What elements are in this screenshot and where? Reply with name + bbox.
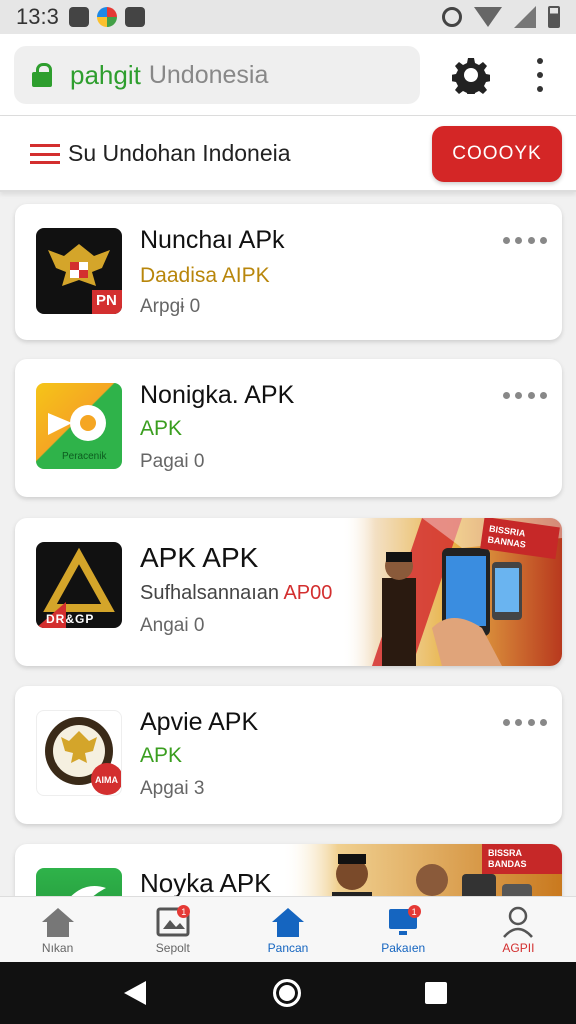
app-subtitle: APK [140, 744, 183, 767]
status-bar: 13:3 [0, 0, 576, 34]
app-card[interactable]: BISSRA BANDAS Noyka APK [15, 844, 562, 896]
banner-text: BISSRA BANDAS [488, 848, 527, 869]
nav-label: Sepolt [155, 941, 190, 955]
app-card[interactable]: AIMA Apvie APK APK Apgai 3 [15, 686, 562, 824]
nav-item-profile[interactable]: AGPII [461, 897, 576, 962]
bottom-navigation: Nıkan 1 Sepolt Pancan 1 Pakaıen AGPII [0, 896, 576, 962]
app-meta: Apgai 3 [140, 778, 205, 799]
status-indicators [442, 6, 560, 28]
sync-icon [124, 7, 145, 27]
app-card[interactable]: PN Nunchaı APk Daadisa AIPK Arpgɨ 0 [15, 204, 562, 340]
lock-icon [32, 63, 52, 87]
home-icon [272, 908, 304, 937]
app-logo-text: AIMA [95, 775, 118, 785]
card-more-icon[interactable] [503, 719, 547, 727]
url-bar[interactable]: pahgit Undonesia [14, 46, 420, 104]
app-card[interactable]: BISSRIA BANNAS DR&GP APK APK Sufhalsanna… [15, 518, 562, 666]
overflow-menu-icon[interactable] [530, 58, 550, 92]
profile-icon [503, 906, 534, 938]
app-card[interactable]: Peracenik Nonigka. APK APK Pagai 0 [15, 359, 562, 497]
app-name: Noyka APK [140, 868, 272, 896]
notification-icon [68, 7, 89, 27]
signal-icon [514, 6, 536, 28]
home-icon [41, 908, 74, 937]
url-domain: pahgit [70, 59, 141, 90]
app-meta: Arpgɨ 0 [140, 296, 201, 317]
app-name: APK APK [140, 542, 259, 573]
app-logo-text: Peracenik [62, 451, 107, 462]
app-logo-garuda: PN [36, 228, 122, 314]
nav-label: AGPII [502, 941, 535, 955]
app-name: Apvie APK [140, 708, 259, 736]
recents-icon[interactable] [425, 982, 447, 1004]
app-subtitle: Daadisa AIPK [140, 264, 270, 287]
notification-badge: 1 [407, 905, 421, 918]
nav-item-home[interactable]: Nıkan [0, 897, 115, 962]
header-action-button[interactable]: COOOYK [432, 126, 562, 182]
app-meta: Angai 0 [140, 615, 205, 636]
app-logo-drgp: DR&GP [36, 542, 122, 628]
app-logo-green [36, 868, 122, 896]
nav-label: Pakaıen [381, 941, 426, 955]
nav-item-screen[interactable]: 1 Pakaıen [346, 897, 461, 962]
nav-item-active[interactable]: Pancan [230, 897, 345, 962]
battery-icon [548, 6, 560, 28]
status-time: 13:3 [16, 4, 59, 29]
nav-label: Nıkan [41, 941, 74, 955]
nav-label: Pancan [267, 941, 309, 955]
system-navigation-bar [0, 962, 576, 1024]
browser-toolbar: pahgit Undonesia [0, 34, 576, 116]
app-subtitle: Sufhalsannaıan AP00 [140, 582, 332, 605]
nav-item-photos[interactable]: 1 Sepolt [115, 897, 230, 962]
hamburger-menu-icon[interactable] [30, 144, 60, 164]
promo-banner-image: BISSRA BANDAS [282, 844, 562, 896]
app-logo-peracenik: Peracenik [36, 383, 122, 469]
app-list: PN Nunchaı APk Daadisa AIPK Arpgɨ 0 Pera… [0, 192, 576, 896]
back-icon[interactable] [124, 981, 146, 1005]
app-name: Nunchaı APk [140, 226, 285, 254]
chrome-icon [96, 7, 117, 27]
page-title: Su Undohan Indoneia [68, 140, 291, 166]
app-name: Nonigka. APK [140, 381, 295, 409]
alarm-icon [442, 7, 462, 27]
app-meta: Pagai 0 [140, 451, 205, 472]
app-logo-emblem: AIMA [36, 710, 122, 796]
app-logo-text: DR&GP [46, 612, 95, 626]
url-path: Undonesia [148, 60, 269, 89]
wifi-icon [474, 7, 502, 27]
app-subtitle: APK [140, 417, 183, 440]
home-button-icon[interactable] [273, 979, 301, 1007]
gear-icon[interactable] [452, 56, 490, 94]
app-subtitle-tag: AP00 [283, 582, 333, 604]
card-more-icon[interactable] [503, 392, 547, 400]
promo-banner-image: BISSRIA BANNAS [342, 518, 562, 666]
app-subtitle-text: Sufhalsannaıan [140, 582, 280, 604]
app-logo-text: PN [96, 292, 117, 309]
card-more-icon[interactable] [503, 237, 547, 245]
app-header: Su Undohan Indoneia COOOYK [0, 116, 576, 192]
